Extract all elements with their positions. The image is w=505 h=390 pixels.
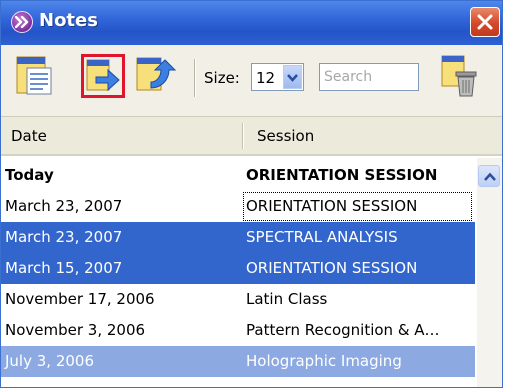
title-bar[interactable]: Notes	[1, 1, 502, 45]
table-row[interactable]: November 17, 2006 Latin Class	[1, 284, 475, 315]
row-date: November 17, 2006	[5, 290, 155, 308]
export-note-button[interactable]	[81, 54, 125, 98]
search-input[interactable]	[319, 63, 419, 91]
table-row[interactable]: March 23, 2007 SPECTRAL ANALYSIS	[1, 222, 475, 253]
table-row[interactable]: March 23, 2007 ORIENTATION SESSION	[1, 191, 475, 222]
column-header-date[interactable]: Date	[11, 127, 47, 145]
row-date: November 3, 2006	[5, 321, 146, 339]
new-note-icon	[16, 56, 52, 95]
row-session: Latin Class	[246, 290, 328, 308]
row-session: ORIENTATION SESSION	[246, 166, 438, 184]
table-row[interactable]: July 3, 2006 Holographic Imaging	[1, 346, 475, 377]
vertical-scrollbar[interactable]	[477, 158, 502, 387]
toolbar-separator	[194, 59, 196, 97]
toolbar: Size: 12	[1, 45, 502, 117]
delete-note-icon	[441, 55, 477, 97]
import-note-button[interactable]	[133, 54, 177, 98]
size-select[interactable]: 12	[251, 63, 304, 91]
row-session: SPECTRAL ANALYSIS	[246, 228, 398, 246]
column-header-session[interactable]: Session	[257, 127, 314, 145]
export-note-icon	[86, 59, 120, 92]
row-date: March 23, 2007	[5, 197, 123, 215]
row-date: Today	[5, 166, 54, 184]
notes-window: Notes Size: 12 Search Date Session Today…	[0, 0, 503, 388]
size-dropdown-button[interactable]	[283, 65, 302, 89]
window-title: Notes	[39, 10, 98, 31]
table-header: Date Session	[1, 117, 502, 156]
table-row[interactable]: November 3, 2006 Pattern Recognition & A…	[1, 315, 475, 346]
delete-note-button[interactable]	[438, 54, 482, 98]
column-divider[interactable]	[242, 123, 244, 149]
scroll-up-button[interactable]	[478, 165, 500, 187]
chevron-down-icon	[287, 74, 298, 82]
chevron-up-icon	[484, 172, 496, 181]
row-date: March 23, 2007	[5, 228, 123, 246]
row-session: Holographic Imaging	[246, 352, 402, 370]
table-row[interactable]: Today ORIENTATION SESSION	[1, 160, 475, 191]
notes-logo-icon	[11, 11, 33, 33]
row-date: March 15, 2007	[5, 259, 123, 277]
size-label: Size:	[204, 69, 240, 87]
import-note-icon	[136, 57, 177, 91]
row-session: ORIENTATION SESSION	[246, 259, 418, 277]
row-session: ORIENTATION SESSION	[246, 197, 418, 215]
new-note-button[interactable]	[13, 54, 57, 98]
close-button[interactable]	[470, 7, 500, 37]
row-date: July 3, 2006	[5, 352, 94, 370]
row-session: Pattern Recognition & A…	[246, 321, 440, 339]
close-icon	[477, 14, 493, 30]
table-row[interactable]: March 15, 2007 ORIENTATION SESSION	[1, 253, 475, 284]
size-value: 12	[256, 69, 276, 87]
